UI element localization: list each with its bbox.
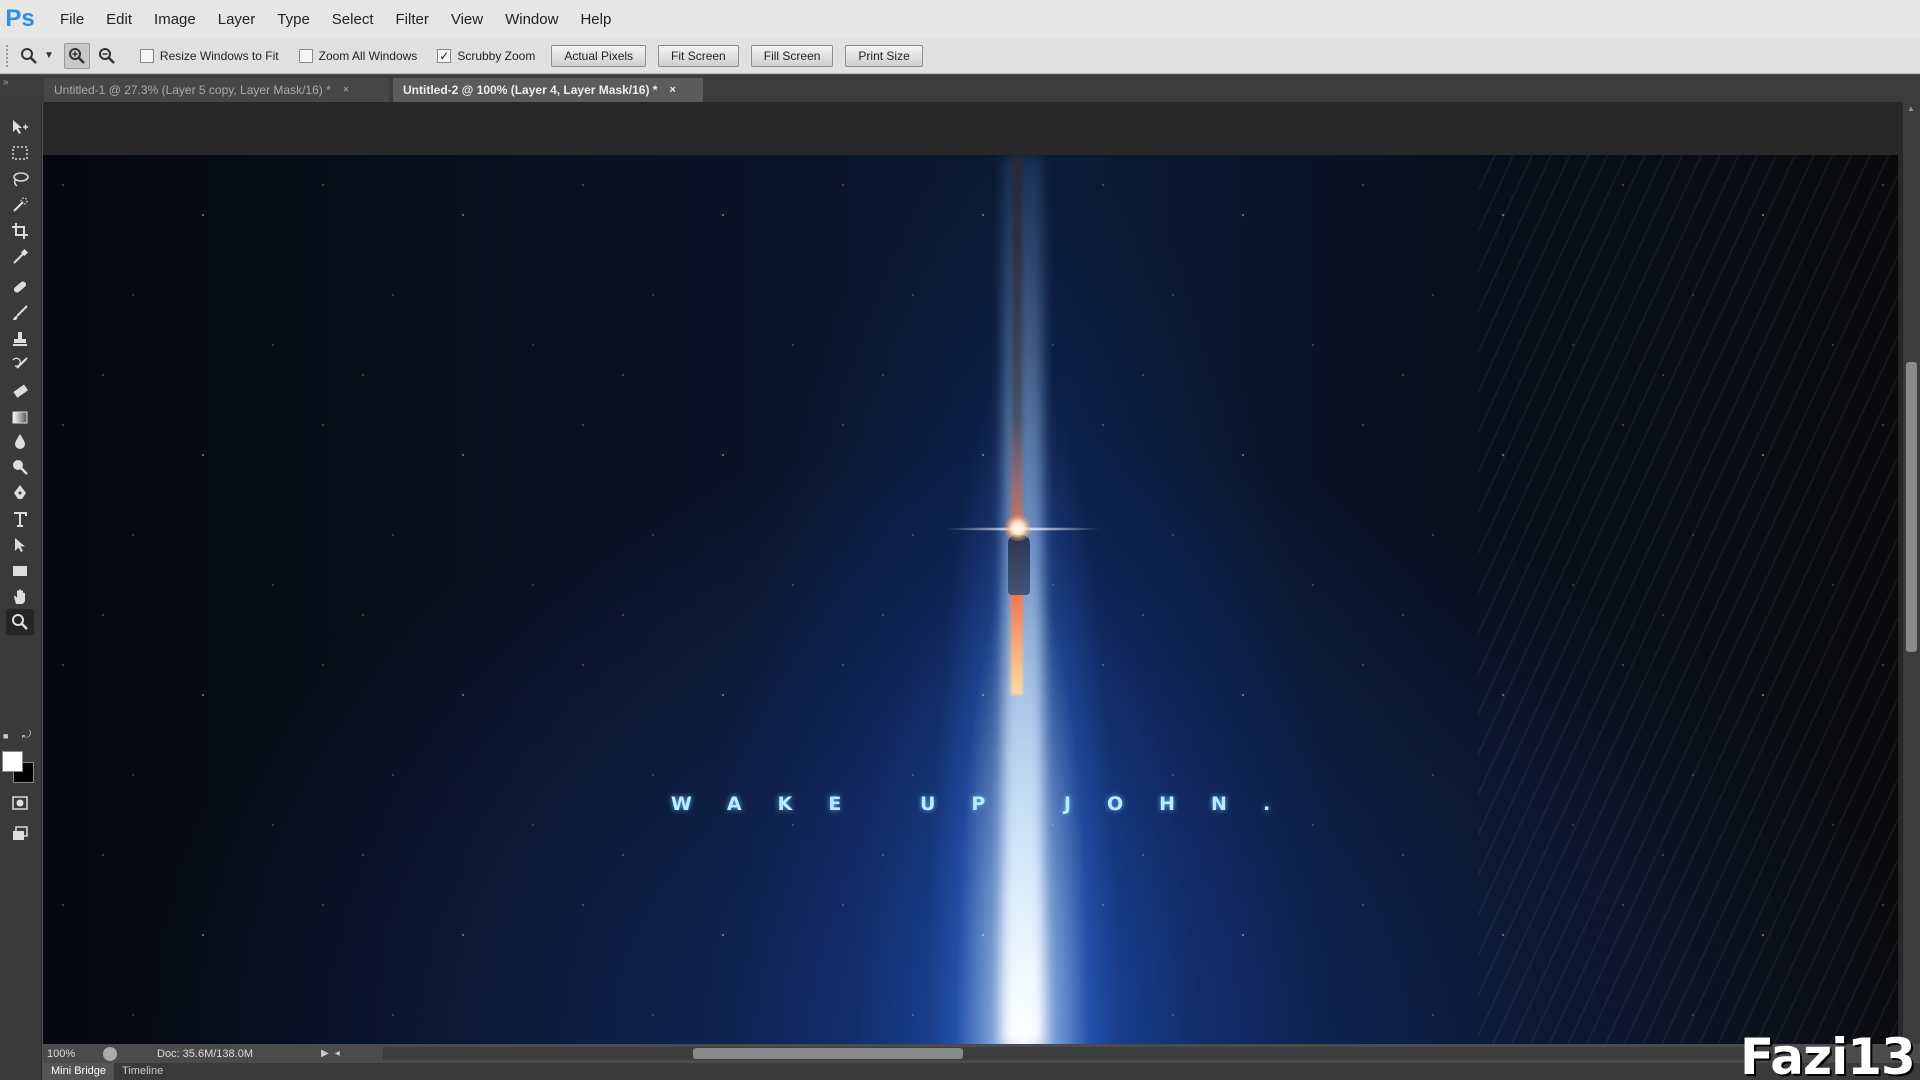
screen-mode-icon[interactable]: [6, 821, 34, 847]
tab-untitled-1[interactable]: Untitled-1 @ 27.3% (Layer 5 copy, Layer …: [44, 78, 389, 102]
toolbox: ■ ⤾: [0, 102, 42, 1080]
lasso-tool-icon[interactable]: [6, 166, 34, 192]
resize-windows-checkbox[interactable]: Resize Windows to Fit: [139, 48, 279, 63]
eyedropper-tool-icon[interactable]: [6, 244, 34, 270]
status-info-icon[interactable]: [103, 1046, 117, 1061]
move-tool-icon[interactable]: [6, 114, 34, 140]
canvas[interactable]: WAKE UP JOHN.: [43, 155, 1898, 1044]
close-icon[interactable]: ×: [669, 84, 675, 96]
actual-pixels-button[interactable]: Actual Pixels: [551, 44, 647, 67]
scroll-up-icon[interactable]: ▲: [1907, 104, 1915, 113]
checkbox-box[interactable]: [298, 48, 313, 63]
blur-tool-icon[interactable]: [6, 428, 34, 454]
menu-bar: Ps File Edit Image Layer Type Select Fil…: [0, 0, 1920, 38]
watermark-logo: Fazi13: [1740, 1028, 1916, 1080]
default-colors-icon[interactable]: ■: [3, 731, 8, 741]
checkbox-box[interactable]: [139, 48, 154, 63]
flare-glow: [1005, 515, 1031, 541]
toolbox-collapse-icon[interactable]: »: [0, 75, 42, 102]
canvas-headline: WAKE UP JOHN.: [670, 793, 1307, 815]
dodge-tool-icon[interactable]: [6, 454, 34, 480]
scrubby-zoom-label: Scrubby Zoom: [457, 48, 536, 63]
menu-view[interactable]: View: [451, 11, 483, 28]
tab-label: Untitled-2 @ 100% (Layer 4, Layer Mask/1…: [403, 83, 658, 97]
check-icon[interactable]: ✓: [437, 48, 452, 63]
print-size-button[interactable]: Print Size: [845, 44, 923, 67]
document-size: Doc: 35.6M/138.0M: [157, 1047, 253, 1060]
menu-filter[interactable]: Filter: [396, 11, 429, 28]
close-icon[interactable]: ×: [343, 84, 349, 96]
vertical-scroll-thumb[interactable]: [1906, 362, 1917, 652]
menu-select[interactable]: Select: [332, 11, 374, 28]
status-bar: 100% Doc: 35.6M/138.0M ▶ ◂: [43, 1044, 1920, 1063]
vertical-scrollbar[interactable]: ▲: [1903, 102, 1920, 1044]
fit-screen-button[interactable]: Fit Screen: [658, 44, 739, 67]
zoom-level-field[interactable]: 100%: [43, 1048, 95, 1060]
menu-layer[interactable]: Layer: [218, 11, 256, 28]
menu-edit[interactable]: Edit: [106, 11, 132, 28]
swap-colors-icon[interactable]: ⤾: [22, 729, 31, 742]
zoom-all-windows-label: Zoom All Windows: [318, 48, 418, 63]
zoom-preset-icon[interactable]: [16, 43, 42, 69]
scrubby-zoom-checkbox[interactable]: ✓ Scrubby Zoom: [437, 48, 536, 63]
gradient-tool-icon[interactable]: [6, 404, 34, 430]
horizontal-scroll-thumb[interactable]: [693, 1048, 963, 1059]
rain-overlay: [1478, 155, 1898, 1044]
menu-window[interactable]: Window: [505, 11, 558, 28]
tab-mini-bridge[interactable]: Mini Bridge: [43, 1063, 115, 1080]
photoshop-logo: Ps: [5, 5, 35, 32]
path-selection-tool-icon[interactable]: [6, 532, 34, 558]
light-beam: [1003, 155, 1043, 1044]
status-menu-arrow-icon[interactable]: ▶: [321, 1048, 329, 1059]
options-grip[interactable]: [6, 44, 12, 67]
rectangle-tool-icon[interactable]: [6, 558, 34, 584]
menu-file[interactable]: File: [60, 11, 84, 28]
menu-type[interactable]: Type: [277, 11, 310, 28]
zoom-in-icon[interactable]: [63, 42, 90, 69]
zoom-out-icon[interactable]: [94, 43, 120, 69]
tab-label: Untitled-1 @ 27.3% (Layer 5 copy, Layer …: [54, 83, 331, 97]
resize-windows-label: Resize Windows to Fit: [159, 48, 279, 63]
marquee-tool-icon[interactable]: [6, 140, 34, 166]
quick-mask-icon[interactable]: [6, 790, 34, 816]
brush-tool-icon[interactable]: [6, 300, 34, 326]
eraser-tool-icon[interactable]: [6, 378, 34, 404]
scroll-left-icon[interactable]: ◂: [335, 1048, 340, 1059]
crop-tool-icon[interactable]: [6, 218, 34, 244]
horizontal-scrollbar[interactable]: [383, 1047, 1773, 1060]
history-brush-tool-icon[interactable]: [6, 352, 34, 378]
type-tool-icon[interactable]: [6, 506, 34, 532]
bottom-panel-tabs: Mini Bridge Timeline: [43, 1063, 1920, 1080]
foreground-color-swatch[interactable]: [2, 751, 23, 772]
clone-stamp-tool-icon[interactable]: [6, 326, 34, 352]
healing-brush-tool-icon[interactable]: [6, 274, 34, 300]
menu-help[interactable]: Help: [580, 11, 611, 28]
zoom-tool-icon[interactable]: [6, 609, 34, 635]
quick-selection-tool-icon[interactable]: [6, 192, 34, 218]
tab-timeline[interactable]: Timeline: [114, 1063, 171, 1080]
options-bar: ▼ Resize Windows to Fit Zoom All Windows…: [0, 38, 1920, 74]
zoom-all-windows-checkbox[interactable]: Zoom All Windows: [298, 48, 418, 63]
pen-tool-icon[interactable]: [6, 480, 34, 506]
fill-screen-button[interactable]: Fill Screen: [750, 44, 834, 67]
hand-tool-icon[interactable]: [6, 584, 34, 610]
menu-image[interactable]: Image: [154, 11, 196, 28]
falling-figure: [1008, 535, 1030, 595]
chevron-down-icon[interactable]: ▼: [44, 50, 54, 61]
tab-untitled-2[interactable]: Untitled-2 @ 100% (Layer 4, Layer Mask/1…: [393, 78, 703, 102]
